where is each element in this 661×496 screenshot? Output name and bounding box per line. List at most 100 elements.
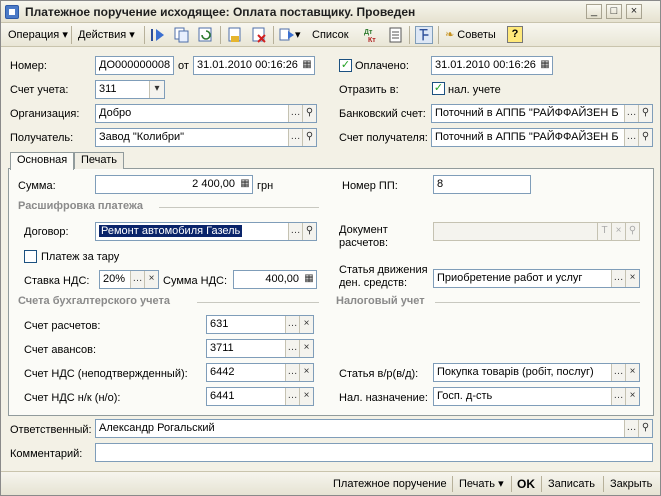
search-icon[interactable]: ⚲	[625, 223, 639, 240]
save-button[interactable]: Записать	[548, 475, 595, 493]
organization-field[interactable]: Добро … ⚲	[95, 104, 317, 123]
tax-accounting-checkbox[interactable]: ✓	[432, 82, 445, 95]
contract-value: Ремонт автомобиля Газель	[99, 225, 243, 237]
post-document-icon[interactable]	[226, 26, 244, 44]
payment-number-field[interactable]: 8	[433, 175, 531, 194]
sum-value: 2 400,00	[192, 178, 235, 190]
clear-icon[interactable]: ×	[611, 223, 625, 240]
select-ellipsis-icon[interactable]: …	[611, 270, 625, 287]
unpost-document-icon[interactable]	[250, 26, 268, 44]
tax-purpose-field[interactable]: Госп. д-сть … ×	[433, 387, 640, 406]
print-menu-button[interactable]: Печать ▾	[459, 475, 504, 493]
income-expense-article-field[interactable]: Покупка товарів (робіт, послуг) … ×	[433, 363, 640, 382]
tab-main[interactable]: Основная	[10, 152, 75, 170]
hierarchy-icon[interactable]	[415, 26, 433, 44]
responsible-field[interactable]: Александр Рогальский … ⚲	[95, 419, 653, 438]
select-ellipsis-icon[interactable]: …	[288, 129, 302, 146]
settlement-doc-label-2: расчетов:	[339, 237, 389, 249]
dt-kt-icon[interactable]: ДтКт	[363, 26, 381, 44]
help-button[interactable]: ?	[507, 26, 523, 43]
sum-field[interactable]: 2 400,00 ▦	[95, 175, 253, 194]
select-ellipsis-icon[interactable]: …	[285, 316, 299, 333]
currency-label: грн	[257, 180, 274, 192]
account-select[interactable]: 311 ▾	[95, 80, 165, 99]
comment-field[interactable]	[95, 443, 653, 462]
select-ellipsis-icon[interactable]: …	[285, 364, 299, 381]
recipient-account-field[interactable]: Поточний в АППБ "РАЙФФАЙЗЕН Б … ⚲	[431, 128, 653, 147]
clear-icon[interactable]: ×	[299, 388, 313, 405]
structure-icon[interactable]	[387, 26, 405, 44]
vat-sum-field[interactable]: 400,00 ▦	[233, 270, 317, 289]
date-field[interactable]: 31.01.2010 00:16:26 ▦	[193, 56, 315, 75]
vat-nk-field[interactable]: 6441 … ×	[206, 387, 314, 406]
search-icon[interactable]: ⚲	[638, 420, 652, 437]
type-icon[interactable]: T	[597, 223, 611, 240]
tare-payment-checkbox[interactable]	[24, 250, 37, 263]
account-value: 311	[99, 83, 117, 95]
vat-nk-value: 6441	[210, 390, 235, 402]
clear-icon[interactable]: ×	[144, 271, 158, 288]
bank-account-field[interactable]: Поточний в АППБ "РАЙФФАЙЗЕН Б … ⚲	[431, 104, 653, 123]
select-ellipsis-icon[interactable]: …	[624, 105, 638, 122]
title-bar: Платежное поручение исходящее: Оплата по…	[1, 1, 660, 23]
select-ellipsis-icon[interactable]: …	[624, 129, 638, 146]
cashflow-field[interactable]: Приобретение работ и услуг … ×	[433, 269, 640, 288]
income-expense-article-label: Статья в/р(в/д):	[339, 368, 419, 380]
vat-unconfirmed-field[interactable]: 6442 … ×	[206, 363, 314, 382]
payment-order-button[interactable]: Платежное поручение	[333, 475, 447, 493]
enter-on-basis-icon[interactable]	[278, 26, 296, 44]
tips-button[interactable]: ❧ Советы	[442, 25, 499, 45]
close-button[interactable]: Закрыть	[610, 475, 652, 493]
contract-field[interactable]: Ремонт автомобиля Газель … ⚲	[95, 222, 317, 241]
calendar-icon[interactable]: ▦	[538, 57, 552, 74]
select-ellipsis-icon[interactable]: …	[288, 105, 302, 122]
close-window-button[interactable]: ×	[626, 4, 642, 19]
select-ellipsis-icon[interactable]: …	[611, 388, 625, 405]
paid-date-field[interactable]: 31.01.2010 00:16:26 ▦	[431, 56, 553, 75]
calculator-icon[interactable]: ▦	[302, 271, 316, 288]
toolbar-separator	[144, 26, 145, 44]
clear-icon[interactable]: ×	[299, 316, 313, 333]
search-icon[interactable]: ⚲	[302, 105, 316, 122]
chevron-down-icon[interactable]: ▾	[149, 81, 164, 98]
operation-menu[interactable]: Операция ▾	[5, 25, 71, 45]
actions-menu[interactable]: Действия ▾	[75, 25, 138, 45]
clear-icon[interactable]: ×	[625, 270, 639, 287]
calculator-icon[interactable]: ▦	[238, 176, 252, 193]
minimize-button[interactable]: _	[586, 4, 602, 19]
clear-icon[interactable]: ×	[625, 388, 639, 405]
select-ellipsis-icon[interactable]: …	[130, 271, 144, 288]
enter-on-basis-dropdown[interactable]: ▾	[295, 25, 301, 45]
vat-rate-field[interactable]: 20% … ×	[99, 270, 159, 289]
search-icon[interactable]: ⚲	[302, 223, 316, 240]
select-ellipsis-icon[interactable]: …	[285, 388, 299, 405]
settlement-account-field[interactable]: 631 … ×	[206, 315, 314, 334]
footer-bar: Платежное поручение Печать ▾ OK Записать…	[1, 471, 660, 495]
number-label: Номер:	[10, 60, 47, 72]
clear-icon[interactable]: ×	[299, 340, 313, 357]
settlement-doc-field[interactable]: T × ⚲	[433, 222, 640, 241]
move-left-icon[interactable]	[149, 26, 167, 44]
search-icon[interactable]: ⚲	[302, 129, 316, 146]
tab-print[interactable]: Печать	[74, 152, 125, 169]
tax-purpose-value: Госп. д-сть	[437, 390, 493, 402]
search-icon[interactable]: ⚲	[638, 129, 652, 146]
select-ellipsis-icon[interactable]: …	[624, 420, 638, 437]
clear-icon[interactable]: ×	[625, 364, 639, 381]
search-icon[interactable]: ⚲	[638, 105, 652, 122]
comment-label: Комментарий:	[10, 448, 83, 460]
clear-icon[interactable]: ×	[299, 364, 313, 381]
ok-button[interactable]: OK	[517, 475, 535, 493]
select-ellipsis-icon[interactable]: …	[611, 364, 625, 381]
copy-document-icon[interactable]	[173, 26, 191, 44]
select-ellipsis-icon[interactable]: …	[285, 340, 299, 357]
calendar-icon[interactable]: ▦	[300, 57, 314, 74]
paid-checkbox[interactable]: ✓	[339, 59, 352, 72]
number-field[interactable]: ДО000000008	[95, 56, 174, 75]
advance-account-field[interactable]: 3711 … ×	[206, 339, 314, 358]
maximize-button[interactable]: □	[606, 4, 622, 19]
refresh-icon[interactable]	[197, 26, 215, 44]
list-button[interactable]: Список	[309, 25, 352, 45]
select-ellipsis-icon[interactable]: …	[288, 223, 302, 240]
recipient-field[interactable]: Завод "Колибри" … ⚲	[95, 128, 317, 147]
